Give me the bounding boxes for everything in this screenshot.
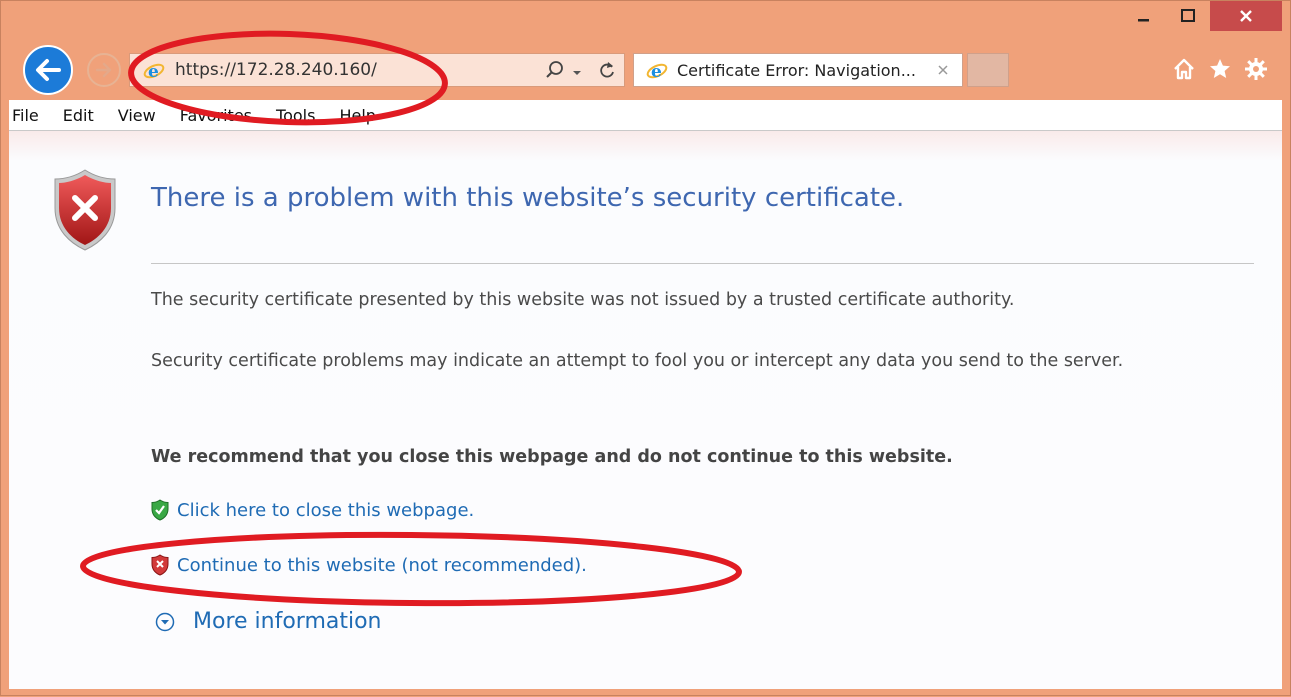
- security-warning-text: Security certificate problems may indica…: [151, 351, 1124, 371]
- home-icon: [1174, 58, 1194, 80]
- url-input[interactable]: [175, 59, 535, 81]
- svg-text:e: e: [651, 62, 662, 81]
- search-button[interactable]: [544, 59, 566, 85]
- recommendation-text: We recommend that you close this webpage…: [151, 447, 953, 467]
- refresh-button[interactable]: [596, 59, 618, 85]
- more-information-link[interactable]: More information: [193, 609, 382, 634]
- new-tab-button[interactable]: [967, 53, 1009, 87]
- settings-button[interactable]: [1244, 57, 1268, 85]
- close-window-button[interactable]: [1210, 1, 1282, 31]
- window-controls: [1122, 1, 1282, 39]
- chevron-down-icon: [573, 71, 581, 75]
- menu-help[interactable]: Help: [327, 106, 387, 125]
- close-icon: [1240, 10, 1252, 22]
- search-icon: [546, 61, 563, 78]
- certificate-explanation: The security certificate presented by th…: [151, 290, 1015, 310]
- forward-button[interactable]: [87, 53, 121, 87]
- close-icon: [938, 65, 948, 75]
- svg-text:e: e: [148, 62, 159, 81]
- search-dropdown-button[interactable]: [571, 64, 583, 83]
- menu-bar: File Edit View Favorites Tools Help: [9, 100, 1282, 131]
- close-webpage-row: Click here to close this webpage.: [151, 499, 474, 521]
- more-information-row[interactable]: More information: [155, 609, 382, 634]
- close-webpage-link[interactable]: Click here to close this webpage.: [177, 500, 474, 521]
- page-title: There is a problem with this website’s s…: [151, 183, 905, 213]
- minimize-icon: [1138, 19, 1149, 22]
- tab-label: Certificate Error: Navigation...: [677, 61, 916, 80]
- back-button[interactable]: [23, 45, 73, 95]
- maximize-icon: [1181, 9, 1195, 22]
- toolbar-icons: [1172, 57, 1268, 85]
- divider: [151, 263, 1254, 264]
- green-shield-icon: [151, 499, 169, 521]
- menu-favorites[interactable]: Favorites: [168, 106, 264, 125]
- tab-close-button[interactable]: [936, 62, 950, 81]
- star-icon: [1210, 59, 1230, 78]
- navigation-bar: e https://172.28.240.160/ e Certificate …: [1, 39, 1291, 99]
- menu-tools[interactable]: Tools: [264, 106, 327, 125]
- continue-row: Continue to this website (not recommende…: [151, 554, 587, 576]
- address-bar[interactable]: e: [129, 53, 625, 87]
- menu-view[interactable]: View: [106, 106, 168, 125]
- maximize-button[interactable]: [1166, 1, 1210, 31]
- menu-edit[interactable]: Edit: [51, 106, 106, 125]
- gear-icon: [1245, 58, 1267, 80]
- red-shield-icon: [151, 554, 169, 576]
- expand-circle-icon: [155, 612, 175, 631]
- tab-certificate-error[interactable]: e Certificate Error: Navigation...: [633, 53, 963, 87]
- continue-to-website-link[interactable]: Continue to this website (not recommende…: [177, 555, 587, 576]
- refresh-icon: [600, 62, 614, 78]
- menu-file[interactable]: File: [9, 106, 51, 125]
- home-button[interactable]: [1172, 57, 1196, 85]
- forward-arrow-icon: [95, 62, 112, 78]
- favorites-button[interactable]: [1208, 57, 1232, 85]
- back-arrow-icon: [36, 59, 61, 81]
- minimize-button[interactable]: [1122, 1, 1166, 31]
- browser-window: e https://172.28.240.160/ e Certificate …: [0, 0, 1291, 696]
- ie-page-icon: e: [143, 61, 165, 85]
- ie-tab-icon: e: [646, 61, 668, 85]
- security-shield-error-icon: [52, 168, 118, 256]
- page-content: There is a problem with this website’s s…: [9, 131, 1282, 689]
